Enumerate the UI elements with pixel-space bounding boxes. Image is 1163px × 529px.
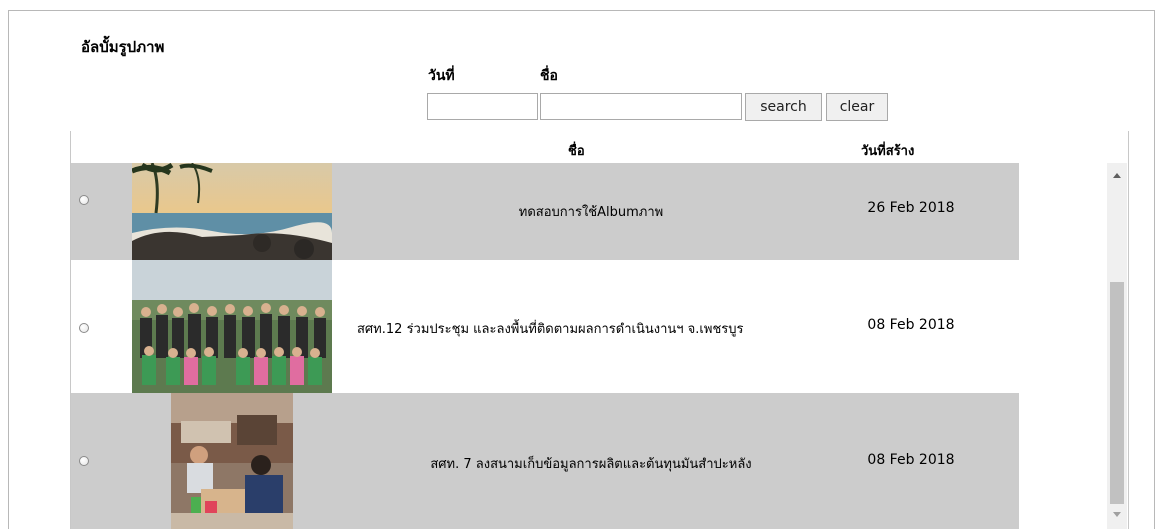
row-date: 08 Feb 2018: [867, 317, 955, 333]
scroll-down-arrow-icon[interactable]: [1113, 512, 1121, 517]
date-filter-label: วันที่: [428, 68, 455, 84]
group-photo-thumbnail: [132, 260, 332, 393]
beach-photo-thumbnail: [132, 163, 332, 260]
name-filter-input[interactable]: [540, 93, 742, 120]
table-header: ชื่อ วันที่สร้าง: [71, 131, 1019, 163]
row-select-radio[interactable]: [79, 323, 89, 333]
scrollbar-thumb[interactable]: [1110, 282, 1124, 504]
column-header-created: วันที่สร้าง: [861, 144, 915, 159]
search-button[interactable]: search: [745, 93, 822, 121]
vertical-scrollbar[interactable]: [1107, 163, 1127, 529]
row-select-radio[interactable]: [79, 195, 89, 205]
row-name[interactable]: สศท.12 ร่วมประชุม และลงพื้นที่ติดตามผลกา…: [357, 318, 819, 339]
name-filter-label: ชื่อ: [540, 68, 558, 84]
row-select-radio[interactable]: [79, 456, 89, 466]
interview-photo-thumbnail: [171, 393, 293, 529]
table-row[interactable]: สศท. 7 ลงสนามเก็บข้อมูลการผลิตและต้นทุนม…: [71, 393, 1019, 529]
row-name[interactable]: สศท. 7 ลงสนามเก็บข้อมูลการผลิตและต้นทุนม…: [351, 453, 831, 474]
row-date: 08 Feb 2018: [867, 452, 955, 468]
table-row[interactable]: สศท.12 ร่วมประชุม และลงพื้นที่ติดตามผลกา…: [71, 260, 1019, 393]
row-name[interactable]: ทดสอบการใช้Albumภาพ: [341, 201, 841, 222]
page-title: อัลบั้มรูปภาพ: [81, 38, 165, 56]
column-header-name: ชื่อ: [568, 144, 585, 159]
table-row[interactable]: ทดสอบการใช้Albumภาพ 26 Feb 2018: [71, 163, 1019, 260]
album-table: ชื่อ วันที่สร้าง ทดสอบการใช้Albumภาพ 26 …: [70, 131, 1129, 529]
row-date: 26 Feb 2018: [867, 200, 955, 216]
date-filter-input[interactable]: [427, 93, 538, 120]
scroll-up-arrow-icon[interactable]: [1113, 173, 1121, 178]
clear-button[interactable]: clear: [826, 93, 888, 121]
